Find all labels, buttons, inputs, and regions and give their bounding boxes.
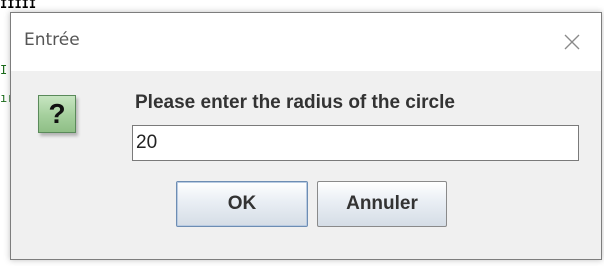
ok-button[interactable]: OK	[176, 181, 308, 227]
title-bar[interactable]: Entrée	[11, 13, 601, 71]
cancel-button-label: Annuler	[346, 193, 418, 214]
question-icon: ?	[38, 95, 76, 133]
prompt-message: Please enter the radius of the circle	[135, 92, 455, 113]
background-code-fragment: IIIII	[0, 0, 37, 8]
cancel-button[interactable]: Annuler	[317, 181, 447, 227]
dialog-title: Entrée	[24, 30, 80, 50]
background-code-fragment: I	[0, 63, 8, 77]
radius-input[interactable]	[132, 125, 579, 161]
input-dialog: Entrée ? Please enter the radius of the …	[10, 12, 602, 260]
question-glyph: ?	[48, 98, 66, 129]
ok-button-label: OK	[227, 193, 257, 214]
close-button[interactable]	[543, 13, 601, 71]
close-icon	[564, 34, 580, 50]
